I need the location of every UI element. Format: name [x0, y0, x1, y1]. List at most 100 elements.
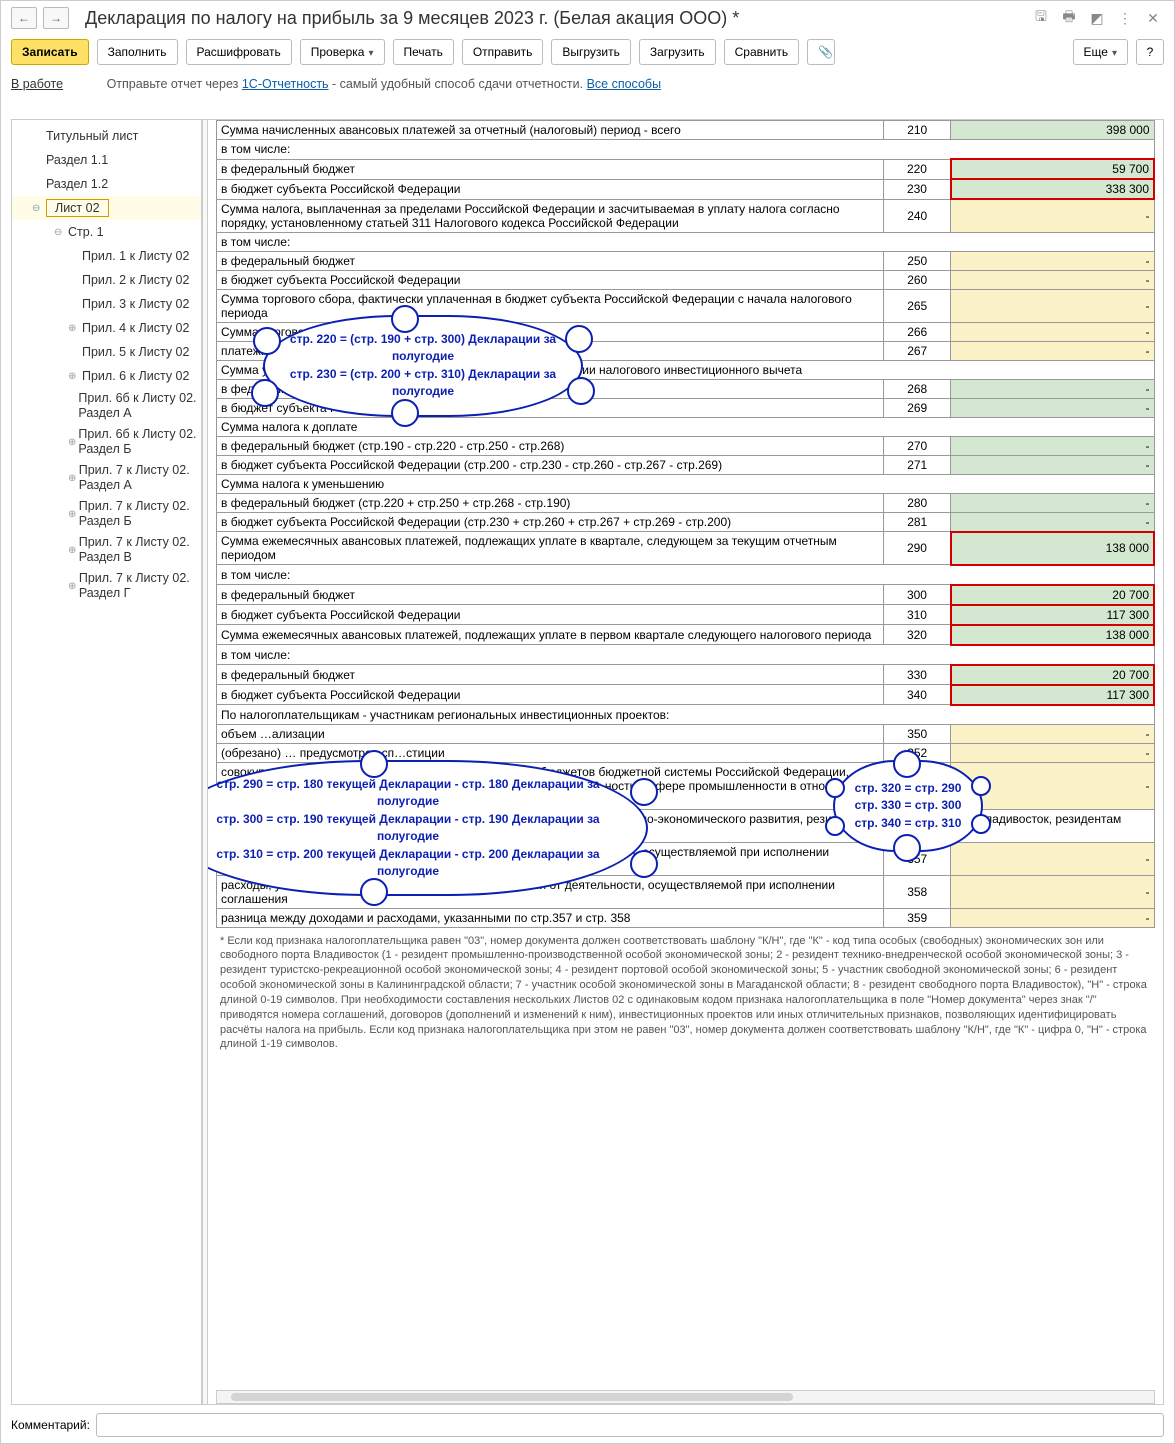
- table-row: в том числе:: [217, 565, 1155, 585]
- row-value[interactable]: -: [951, 270, 1154, 289]
- tree-item-0[interactable]: Титульный лист: [12, 124, 201, 148]
- tree-toggle-icon[interactable]: ⊖: [54, 227, 66, 238]
- row-value[interactable]: -: [951, 875, 1154, 908]
- tree-item-16[interactable]: ⊕Прил. 7 к Листу 02. Раздел Г: [12, 568, 201, 604]
- row-value[interactable]: -: [951, 289, 1154, 322]
- tree-item-label: Прил. 1 к Листу 02: [82, 249, 189, 263]
- row-description: в бюджет субъекта Российской Федерации (…: [217, 512, 884, 532]
- row-code: 359: [884, 908, 951, 927]
- tree-item-label: Прил. 3 к Листу 02: [82, 297, 189, 311]
- nav-back-button[interactable]: ←: [11, 7, 37, 29]
- table-row: Сумма налога к доплате: [217, 417, 1155, 436]
- row-description: Сумма торгового сбора, фактически уплаче…: [217, 289, 884, 322]
- row-value[interactable]: -: [951, 322, 1154, 341]
- row-value[interactable]: 138 000: [951, 532, 1154, 565]
- tree-item-15[interactable]: ⊕Прил. 7 к Листу 02. Раздел В: [12, 532, 201, 568]
- tree-item-8[interactable]: ⊕Прил. 4 к Листу 02: [12, 316, 201, 340]
- close-icon[interactable]: ✕: [1142, 7, 1164, 29]
- more-button[interactable]: Еще: [1073, 39, 1128, 65]
- record-button[interactable]: Записать: [11, 39, 89, 65]
- tree-item-9[interactable]: Прил. 5 к Листу 02: [12, 340, 201, 364]
- row-value[interactable]: -: [951, 251, 1154, 270]
- row-value[interactable]: 138 000: [951, 625, 1154, 645]
- tree-item-10[interactable]: ⊕Прил. 6 к Листу 02: [12, 364, 201, 388]
- upload-button[interactable]: Выгрузить: [551, 39, 631, 65]
- row-code: 230: [884, 179, 951, 199]
- tree-item-3[interactable]: ⊖Лист 02: [12, 196, 201, 220]
- tree-item-13[interactable]: ⊕Прил. 7 к Листу 02. Раздел А: [12, 460, 201, 496]
- row-description: в бюджет субъекта Российской Федерации: [217, 685, 884, 705]
- row-code: 340: [884, 685, 951, 705]
- row-description: Сумма начисленных авансовых платежей за …: [217, 121, 884, 140]
- decode-button[interactable]: Расшифровать: [186, 39, 292, 65]
- tree-item-5[interactable]: Прил. 1 к Листу 02: [12, 244, 201, 268]
- row-value[interactable]: -: [951, 398, 1154, 417]
- tree-toggle-icon[interactable]: ⊕: [68, 581, 77, 592]
- row-value[interactable]: 338 300: [951, 179, 1154, 199]
- row-value[interactable]: 117 300: [951, 605, 1154, 625]
- send-button[interactable]: Отправить: [462, 39, 544, 65]
- row-description: объем …ализации: [217, 724, 884, 743]
- tree-item-1[interactable]: Раздел 1.1: [12, 148, 201, 172]
- row-value[interactable]: -: [951, 908, 1154, 927]
- row-value[interactable]: -: [951, 455, 1154, 474]
- table-row: в федеральный бюджет250-: [217, 251, 1155, 270]
- row-value[interactable]: -: [951, 743, 1154, 762]
- comment-input[interactable]: [96, 1413, 1164, 1437]
- row-code: 350: [884, 724, 951, 743]
- compare-button[interactable]: Сравнить: [724, 39, 799, 65]
- row-value[interactable]: 20 700: [951, 585, 1154, 605]
- save-icon[interactable]: 🖫: [1030, 7, 1052, 29]
- row-value[interactable]: -: [951, 436, 1154, 455]
- table-row: в бюджет субъекта Российской Федерации (…: [217, 455, 1155, 474]
- row-value[interactable]: 398 000: [951, 121, 1154, 140]
- tree-item-label: Прил. 7 к Листу 02. Раздел Б: [79, 499, 201, 529]
- row-value[interactable]: -: [951, 341, 1154, 360]
- print-button[interactable]: Печать: [393, 39, 454, 65]
- nav-forward-button[interactable]: →: [43, 7, 69, 29]
- tree-toggle-icon[interactable]: ⊕: [68, 509, 77, 520]
- row-code: 320: [884, 625, 951, 645]
- print-icon[interactable]: 🖶: [1058, 7, 1080, 29]
- check-button[interactable]: Проверка: [300, 39, 385, 65]
- tree-toggle-icon[interactable]: ⊕: [68, 323, 80, 334]
- tree-toggle-icon[interactable]: ⊕: [68, 371, 80, 382]
- tree-toggle-icon[interactable]: ⊕: [68, 437, 76, 448]
- row-code: 330: [884, 665, 951, 685]
- tree-item-label: Прил. 7 к Листу 02. Раздел Г: [79, 571, 201, 601]
- row-value[interactable]: 20 700: [951, 665, 1154, 685]
- tree-item-11[interactable]: Прил. 6б к Листу 02. Раздел А: [12, 388, 201, 424]
- tree-item-12[interactable]: ⊕Прил. 6б к Листу 02. Раздел Б: [12, 424, 201, 460]
- help-button[interactable]: ?: [1136, 39, 1164, 65]
- kebab-icon[interactable]: ⋮: [1114, 7, 1136, 29]
- tree-item-2[interactable]: Раздел 1.2: [12, 172, 201, 196]
- tree-toggle-icon[interactable]: ⊕: [68, 473, 77, 484]
- tree-toggle-icon[interactable]: ⊕: [68, 545, 77, 556]
- tree-toggle-icon[interactable]: ⊖: [32, 203, 44, 214]
- tree-item-14[interactable]: ⊕Прил. 7 к Листу 02. Раздел Б: [12, 496, 201, 532]
- tree-item-7[interactable]: Прил. 3 к Листу 02: [12, 292, 201, 316]
- horizontal-scrollbar[interactable]: [216, 1390, 1155, 1404]
- row-value[interactable]: 59 700: [951, 159, 1154, 179]
- row-value[interactable]: -: [951, 724, 1154, 743]
- status-link-inwork[interactable]: В работе: [11, 77, 63, 91]
- row-value[interactable]: -: [951, 512, 1154, 532]
- link-1c[interactable]: 1С-Отчетность: [242, 77, 329, 91]
- table-row: в федеральный бюджет (стр.220 + стр.250 …: [217, 493, 1155, 512]
- load-button[interactable]: Загрузить: [639, 39, 716, 65]
- row-value[interactable]: -: [951, 493, 1154, 512]
- table-row: в том числе:: [217, 645, 1155, 665]
- row-value[interactable]: -: [951, 199, 1154, 232]
- row-code: 290: [884, 532, 951, 565]
- row-value[interactable]: -: [951, 379, 1154, 398]
- page-title: Декларация по налогу на прибыль за 9 мес…: [85, 8, 1024, 29]
- attach-button[interactable]: 📎: [807, 39, 835, 65]
- link-all-methods[interactable]: Все способы: [587, 77, 661, 91]
- row-value[interactable]: 117 300: [951, 685, 1154, 705]
- fill-button[interactable]: Заполнить: [97, 39, 178, 65]
- row-description: разница между доходами и расходами, указ…: [217, 908, 884, 927]
- row-value[interactable]: -: [951, 842, 1154, 875]
- actions-icon[interactable]: ◩: [1086, 7, 1108, 29]
- tree-item-6[interactable]: Прил. 2 к Листу 02: [12, 268, 201, 292]
- tree-item-4[interactable]: ⊖Стр. 1: [12, 220, 201, 244]
